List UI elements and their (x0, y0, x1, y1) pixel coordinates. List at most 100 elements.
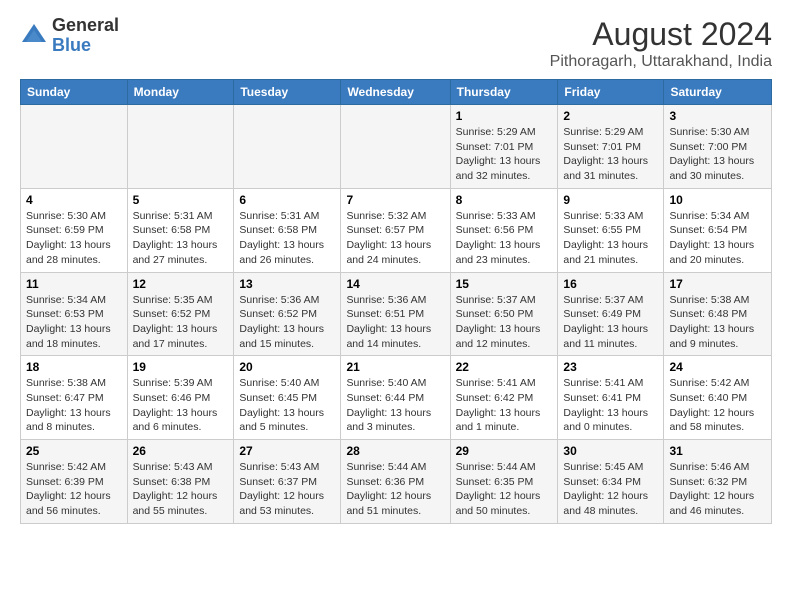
day-number: 22 (456, 360, 553, 374)
calendar-day-header: Tuesday (234, 80, 341, 105)
day-number: 9 (563, 193, 658, 207)
day-number: 21 (346, 360, 444, 374)
calendar-cell: 24 Sunrise: 5:42 AM Sunset: 6:40 PM Dayli… (664, 356, 772, 440)
day-info: Sunrise: 5:36 AM Sunset: 6:52 PM Dayligh… (239, 293, 335, 352)
day-info: Sunrise: 5:29 AM Sunset: 7:01 PM Dayligh… (563, 125, 658, 184)
calendar-cell: 26 Sunrise: 5:43 AM Sunset: 6:38 PM Dayli… (127, 440, 234, 524)
day-info: Sunrise: 5:34 AM Sunset: 6:54 PM Dayligh… (669, 209, 766, 268)
day-number: 31 (669, 444, 766, 458)
calendar-cell: 5 Sunrise: 5:31 AM Sunset: 6:58 PM Daylig… (127, 188, 234, 272)
day-number: 5 (133, 193, 229, 207)
day-info: Sunrise: 5:42 AM Sunset: 6:40 PM Dayligh… (669, 376, 766, 435)
day-number: 23 (563, 360, 658, 374)
day-number: 29 (456, 444, 553, 458)
day-info: Sunrise: 5:46 AM Sunset: 6:32 PM Dayligh… (669, 460, 766, 519)
page-header: General Blue August 2024 Pithoragarh, Ut… (20, 16, 772, 71)
day-number: 12 (133, 277, 229, 291)
calendar-cell: 20Sunrise: 5:40 AM Sunset: 6:45 PM Dayli… (234, 356, 341, 440)
logo-icon (20, 22, 48, 50)
day-number: 2 (563, 109, 658, 123)
day-info: Sunrise: 5:45 AM Sunset: 6:34 PM Dayligh… (563, 460, 658, 519)
calendar-week-row: 1 Sunrise: 5:29 AM Sunset: 7:01 PM Daylig… (21, 105, 772, 189)
day-number: 1 (456, 109, 553, 123)
calendar-week-row: 11 Sunrise: 5:34 AM Sunset: 6:53 PM Dayli… (21, 272, 772, 356)
calendar-cell: 23 Sunrise: 5:41 AM Sunset: 6:41 PM Dayli… (558, 356, 664, 440)
day-info: Sunrise: 5:33 AM Sunset: 6:56 PM Dayligh… (456, 209, 553, 268)
calendar-cell (234, 105, 341, 189)
day-info: Sunrise: 5:41 AM Sunset: 6:42 PM Dayligh… (456, 376, 553, 435)
day-number: 30 (563, 444, 658, 458)
day-number: 16 (563, 277, 658, 291)
calendar-cell: 10 Sunrise: 5:34 AM Sunset: 6:54 PM Dayli… (664, 188, 772, 272)
day-info: Sunrise: 5:30 AM Sunset: 7:00 PM Dayligh… (669, 125, 766, 184)
logo-blue-text: Blue (52, 35, 91, 55)
calendar-cell: 2 Sunrise: 5:29 AM Sunset: 7:01 PM Daylig… (558, 105, 664, 189)
day-info: Sunrise: 5:35 AM Sunset: 6:52 PM Dayligh… (133, 293, 229, 352)
calendar-cell: 27Sunrise: 5:43 AM Sunset: 6:37 PM Dayli… (234, 440, 341, 524)
calendar-day-header: Sunday (21, 80, 128, 105)
calendar-cell: 6Sunrise: 5:31 AM Sunset: 6:58 PM Daylig… (234, 188, 341, 272)
day-info: Sunrise: 5:29 AM Sunset: 7:01 PM Dayligh… (456, 125, 553, 184)
day-number: 13 (239, 277, 335, 291)
calendar-week-row: 18Sunrise: 5:38 AM Sunset: 6:47 PM Dayli… (21, 356, 772, 440)
calendar-day-header: Saturday (664, 80, 772, 105)
calendar-cell: 4 Sunrise: 5:30 AM Sunset: 6:59 PM Daylig… (21, 188, 128, 272)
day-info: Sunrise: 5:31 AM Sunset: 6:58 PM Dayligh… (133, 209, 229, 268)
day-number: 7 (346, 193, 444, 207)
calendar-cell: 18Sunrise: 5:38 AM Sunset: 6:47 PM Dayli… (21, 356, 128, 440)
day-number: 10 (669, 193, 766, 207)
day-number: 4 (26, 193, 122, 207)
day-number: 25 (26, 444, 122, 458)
calendar-cell: 8 Sunrise: 5:33 AM Sunset: 6:56 PM Daylig… (450, 188, 558, 272)
day-info: Sunrise: 5:37 AM Sunset: 6:49 PM Dayligh… (563, 293, 658, 352)
day-number: 19 (133, 360, 229, 374)
calendar-cell: 19 Sunrise: 5:39 AM Sunset: 6:46 PM Dayli… (127, 356, 234, 440)
calendar-header-row: SundayMondayTuesdayWednesdayThursdayFrid… (21, 80, 772, 105)
logo-text: General Blue (52, 16, 119, 56)
calendar-cell: 15 Sunrise: 5:37 AM Sunset: 6:50 PM Dayli… (450, 272, 558, 356)
calendar-cell: 21Sunrise: 5:40 AM Sunset: 6:44 PM Dayli… (341, 356, 450, 440)
calendar-cell: 31 Sunrise: 5:46 AM Sunset: 6:32 PM Dayli… (664, 440, 772, 524)
calendar-day-header: Monday (127, 80, 234, 105)
calendar-cell: 9 Sunrise: 5:33 AM Sunset: 6:55 PM Daylig… (558, 188, 664, 272)
day-number: 24 (669, 360, 766, 374)
day-info: Sunrise: 5:34 AM Sunset: 6:53 PM Dayligh… (26, 293, 122, 352)
location-subtitle: Pithoragarh, Uttarakhand, India (550, 53, 772, 71)
calendar-cell: 1 Sunrise: 5:29 AM Sunset: 7:01 PM Daylig… (450, 105, 558, 189)
logo: General Blue (20, 16, 119, 56)
day-info: Sunrise: 5:38 AM Sunset: 6:47 PM Dayligh… (26, 376, 122, 435)
calendar-cell: 11 Sunrise: 5:34 AM Sunset: 6:53 PM Dayli… (21, 272, 128, 356)
day-number: 20 (239, 360, 335, 374)
calendar-cell: 22 Sunrise: 5:41 AM Sunset: 6:42 PM Dayli… (450, 356, 558, 440)
calendar-cell: 25Sunrise: 5:42 AM Sunset: 6:39 PM Dayli… (21, 440, 128, 524)
day-info: Sunrise: 5:41 AM Sunset: 6:41 PM Dayligh… (563, 376, 658, 435)
title-area: August 2024 Pithoragarh, Uttarakhand, In… (550, 16, 772, 71)
calendar-cell (21, 105, 128, 189)
calendar-cell: 16 Sunrise: 5:37 AM Sunset: 6:49 PM Dayli… (558, 272, 664, 356)
day-info: Sunrise: 5:37 AM Sunset: 6:50 PM Dayligh… (456, 293, 553, 352)
day-info: Sunrise: 5:44 AM Sunset: 6:36 PM Dayligh… (346, 460, 444, 519)
day-info: Sunrise: 5:39 AM Sunset: 6:46 PM Dayligh… (133, 376, 229, 435)
day-number: 26 (133, 444, 229, 458)
calendar-cell: 28Sunrise: 5:44 AM Sunset: 6:36 PM Dayli… (341, 440, 450, 524)
calendar-cell: 29Sunrise: 5:44 AM Sunset: 6:35 PM Dayli… (450, 440, 558, 524)
day-info: Sunrise: 5:33 AM Sunset: 6:55 PM Dayligh… (563, 209, 658, 268)
calendar-cell: 12 Sunrise: 5:35 AM Sunset: 6:52 PM Dayli… (127, 272, 234, 356)
day-info: Sunrise: 5:38 AM Sunset: 6:48 PM Dayligh… (669, 293, 766, 352)
day-number: 14 (346, 277, 444, 291)
month-year-title: August 2024 (550, 16, 772, 53)
calendar-cell: 13 Sunrise: 5:36 AM Sunset: 6:52 PM Dayli… (234, 272, 341, 356)
calendar-cell: 7 Sunrise: 5:32 AM Sunset: 6:57 PM Daylig… (341, 188, 450, 272)
day-info: Sunrise: 5:43 AM Sunset: 6:38 PM Dayligh… (133, 460, 229, 519)
day-number: 15 (456, 277, 553, 291)
calendar-cell: 17Sunrise: 5:38 AM Sunset: 6:48 PM Dayli… (664, 272, 772, 356)
day-number: 6 (239, 193, 335, 207)
calendar-day-header: Friday (558, 80, 664, 105)
day-number: 11 (26, 277, 122, 291)
day-info: Sunrise: 5:30 AM Sunset: 6:59 PM Dayligh… (26, 209, 122, 268)
calendar-cell: 30 Sunrise: 5:45 AM Sunset: 6:34 PM Dayli… (558, 440, 664, 524)
day-number: 8 (456, 193, 553, 207)
calendar-week-row: 4 Sunrise: 5:30 AM Sunset: 6:59 PM Daylig… (21, 188, 772, 272)
day-info: Sunrise: 5:32 AM Sunset: 6:57 PM Dayligh… (346, 209, 444, 268)
day-number: 3 (669, 109, 766, 123)
